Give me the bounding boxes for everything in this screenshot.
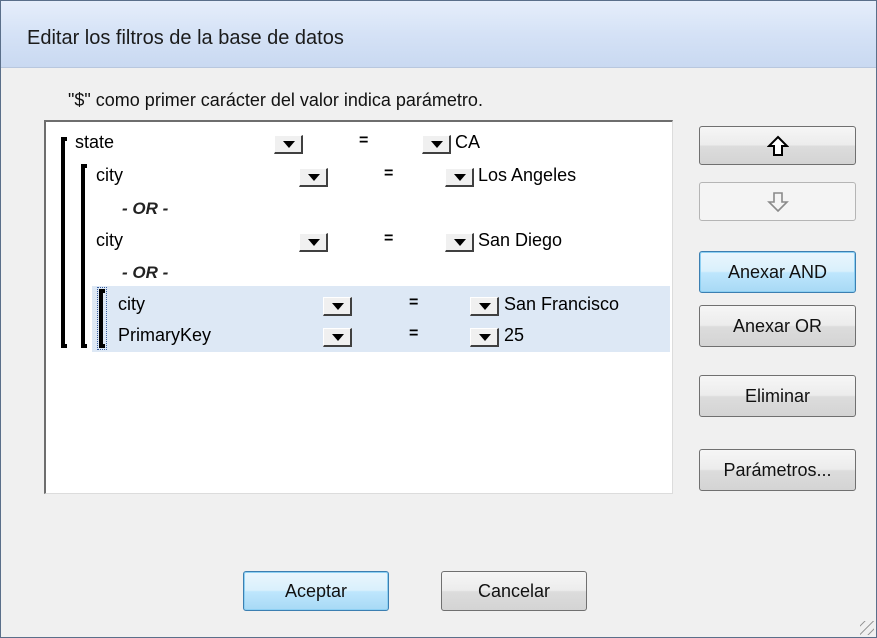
up-arrow-icon — [766, 135, 789, 156]
append-or-button[interactable]: Anexar OR — [699, 305, 856, 347]
operator[interactable]: = — [384, 165, 393, 183]
field-dropdown[interactable] — [274, 135, 303, 154]
operator-dropdown[interactable] — [470, 328, 499, 347]
edit-filters-dialog: Editar los filtros de la base de datos "… — [0, 0, 877, 638]
operator-dropdown[interactable] — [445, 233, 474, 252]
operator[interactable]: = — [384, 230, 393, 248]
append-and-button[interactable]: Anexar AND — [699, 251, 856, 293]
title-bar[interactable]: Editar los filtros de la base de datos — [1, 1, 876, 68]
parameters-button[interactable]: Parámetros... — [699, 449, 856, 491]
field-dropdown[interactable] — [299, 168, 328, 187]
filter-value[interactable]: CA — [455, 132, 480, 153]
field-name[interactable]: PrimaryKey — [118, 325, 211, 346]
move-down-button[interactable] — [699, 182, 856, 221]
field-dropdown[interactable] — [323, 297, 352, 316]
filter-value[interactable]: San Diego — [478, 230, 562, 251]
move-up-button[interactable] — [699, 126, 856, 165]
down-arrow-icon — [766, 191, 789, 212]
operator-dropdown[interactable] — [422, 135, 451, 154]
field-name[interactable]: city — [96, 230, 123, 251]
resize-grip-icon[interactable] — [860, 621, 874, 635]
filter-value[interactable]: San Francisco — [504, 294, 619, 315]
filter-value[interactable]: 25 — [504, 325, 524, 346]
field-dropdown[interactable] — [323, 328, 352, 347]
operator[interactable]: = — [359, 132, 368, 150]
or-connector: - OR - — [122, 263, 169, 282]
operator[interactable]: = — [409, 325, 418, 343]
operator[interactable]: = — [409, 294, 418, 312]
and-bracket-inner[interactable] — [97, 287, 107, 350]
field-dropdown[interactable] — [299, 233, 328, 252]
and-bracket-outer[interactable] — [61, 137, 67, 348]
filter-value[interactable]: Los Angeles — [478, 165, 576, 186]
field-name[interactable]: state — [75, 132, 114, 153]
operator-dropdown[interactable] — [470, 297, 499, 316]
ok-button[interactable]: Aceptar — [243, 571, 389, 611]
parameter-hint: "$" como primer carácter del valor indic… — [68, 90, 483, 110]
window-title: Editar los filtros de la base de datos — [27, 27, 344, 49]
operator-dropdown[interactable] — [445, 168, 474, 187]
field-name[interactable]: city — [118, 294, 145, 315]
delete-button[interactable]: Eliminar — [699, 375, 856, 417]
or-bracket-middle[interactable] — [81, 164, 87, 348]
or-connector: - OR - — [122, 199, 169, 218]
cancel-button[interactable]: Cancelar — [441, 571, 587, 611]
field-name[interactable]: city — [96, 165, 123, 186]
